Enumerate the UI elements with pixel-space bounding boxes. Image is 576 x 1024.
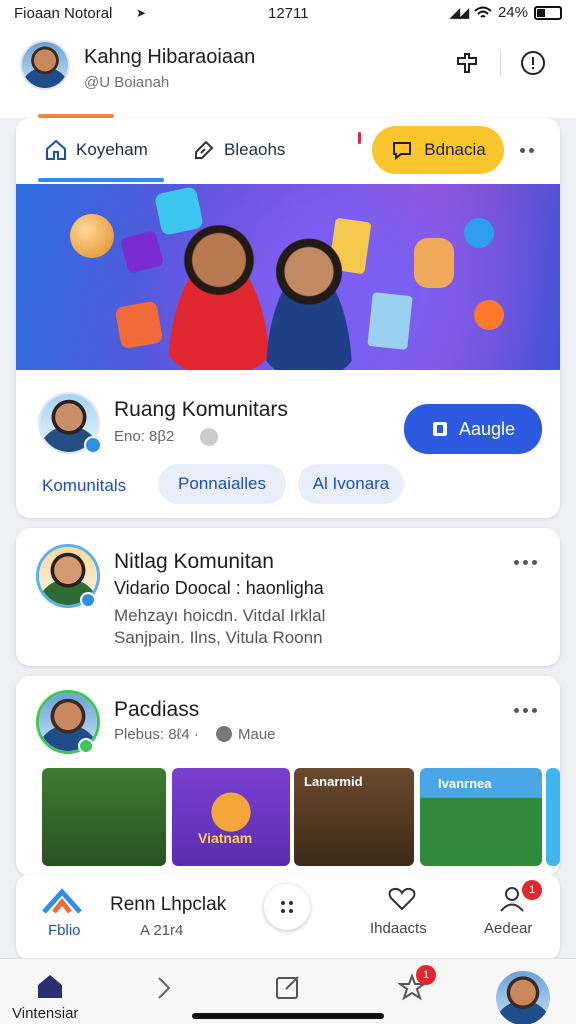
logo-icon — [42, 888, 82, 914]
dock-subtitle: A 21r4 — [140, 922, 184, 939]
banner-person-right — [254, 238, 364, 370]
verified-badge-icon — [84, 436, 102, 454]
join-label: Aaugle — [458, 418, 516, 439]
tab-second[interactable]: Bleaohs — [192, 138, 285, 162]
music-tile-icon — [119, 229, 165, 275]
tab-label: Koyeham — [76, 140, 148, 159]
verified-badge-icon — [80, 592, 96, 608]
battery-icon — [534, 5, 562, 20]
tab-active-indicator — [38, 178, 164, 182]
person-icon — [216, 726, 232, 742]
grid-dots-icon — [281, 901, 293, 913]
video-thumbnail[interactable]: Viatnam — [172, 768, 290, 866]
chip-third[interactable]: Al Ivonara — [298, 464, 404, 504]
video-thumbnail[interactable]: Lanarmid — [294, 768, 414, 866]
video-thumbnail[interactable]: Ivanrnea — [420, 768, 542, 866]
avatar-bubble-icon — [414, 238, 454, 288]
chip-communities[interactable]: Komunitals — [42, 476, 126, 496]
dock-item-likes[interactable]: Ihdaacts — [370, 886, 434, 937]
status-bar: Fioaan Notoral ➤ 12711 ◢◢ 24% — [0, 0, 576, 28]
profile-handle: @U Boianah — [84, 74, 170, 91]
post-text: Mehzayı hoicdn. Vitdal Irklal — [114, 606, 326, 625]
community-meta: Eno: 8β2 — [114, 428, 175, 445]
home-indicator — [192, 1013, 384, 1019]
chat-bubble-icon — [393, 142, 412, 161]
notification-dot — [358, 132, 361, 144]
online-badge-icon — [78, 738, 94, 754]
clock: 12711 — [268, 5, 309, 22]
post-subtitle: Vidario Doocal : haonligha — [114, 578, 324, 598]
avatar[interactable] — [20, 40, 70, 90]
join-icon — [432, 422, 447, 436]
post-title: Pacdiass — [114, 698, 200, 721]
more-options-icon[interactable] — [520, 148, 534, 153]
badge-bubble-icon — [474, 300, 504, 330]
portrait-card-icon — [367, 292, 413, 350]
home-icon — [38, 975, 62, 998]
apps-grid-button[interactable] — [264, 884, 310, 930]
more-options-icon[interactable] — [514, 708, 537, 713]
tab-label: Bleaohs — [224, 140, 286, 159]
battery-percent: 24% — [497, 4, 528, 21]
home-icon — [46, 139, 66, 160]
dock-item-home[interactable]: Fblio — [40, 888, 84, 939]
heart-icon — [388, 887, 416, 911]
compose-icon[interactable] — [274, 973, 302, 1001]
profile-name: Kahng Hibaraoiaan — [84, 46, 256, 68]
hero-banner — [16, 184, 560, 370]
status-icon — [200, 428, 218, 446]
post-meta: Plebus: 8ℓ4 · — [114, 726, 199, 743]
tab-chat-button[interactable]: Bdnacia — [372, 126, 504, 174]
more-options-icon[interactable] — [514, 560, 537, 565]
signal-icon: ◢◢ — [449, 4, 469, 20]
bottom-nav: Vintensiar 1 — [0, 958, 576, 1024]
nav-profile-avatar[interactable] — [496, 971, 550, 1024]
nav-home-label: Vintensiar — [12, 1005, 79, 1022]
post-title: Nitlag Komunitan — [114, 550, 274, 573]
tab-label: Bdnacia — [424, 140, 486, 159]
notification-badge: 1 — [416, 965, 436, 985]
location-icon: ➤ — [136, 6, 147, 20]
post-card: Pacdiass Plebus: 8ℓ4 · Maue Viatnam Lana… — [16, 676, 560, 876]
tag-icon — [195, 140, 214, 159]
puzzle-icon[interactable] — [452, 48, 482, 78]
wifi-icon — [474, 6, 492, 18]
coin-icon — [70, 214, 114, 258]
quick-dock: Fblio Renn Lhpclak A 21r4 Ihdaacts Aedea… — [16, 874, 560, 960]
community-title: Ruang Komunitars — [114, 398, 288, 421]
dock-title: Renn Lhpclak — [110, 894, 227, 915]
status-right: ◢◢ 24% — [450, 4, 562, 21]
divider — [500, 50, 501, 76]
chevron-right-icon[interactable] — [154, 975, 174, 1001]
nav-home[interactable] — [36, 973, 64, 1004]
post-text: Sanjpain. Ilns, Vitula Roonn — [114, 628, 323, 647]
carrier-label: Fioaan Notoral — [14, 5, 113, 22]
notification-badge: 1 — [522, 880, 542, 900]
profile-header: Kahng Hibaraoiaan @U Boianah — [0, 28, 576, 118]
video-thumbnail[interactable] — [42, 768, 166, 866]
community-card: Koyeham Bleaohs Bdnacia Ruang Komunitars… — [16, 118, 560, 518]
post-card: Nitlag Komunitan Vidario Doocal : haonli… — [16, 528, 560, 666]
video-thumbnail[interactable] — [546, 768, 560, 866]
share-bubble-icon — [464, 218, 494, 248]
tab-home[interactable]: Koyeham — [44, 138, 148, 162]
join-button[interactable]: Aaugle — [404, 404, 542, 454]
info-icon[interactable] — [518, 48, 548, 78]
chip-second[interactable]: Ponnaialles — [158, 464, 286, 504]
post-meta-label: Maue — [238, 726, 276, 743]
